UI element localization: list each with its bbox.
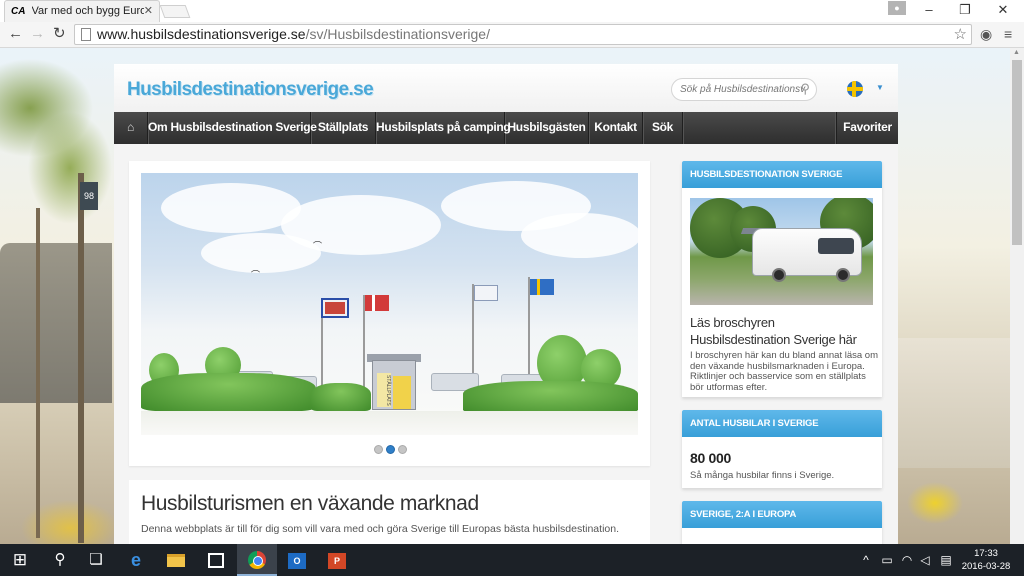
background-signpost [78,173,84,543]
slider-pagination [374,445,414,455]
close-window-button[interactable]: ✕ [986,0,1020,20]
back-icon[interactable]: ← [8,25,23,43]
nav-item-sok[interactable]: Sök [643,112,683,144]
slider-dot[interactable] [374,445,383,454]
europe-widget: SVERIGE, 2:A I EUROPA [682,501,882,544]
home-icon[interactable]: ⌂ [114,112,148,144]
system-clock[interactable]: 17:33 2016-03-28 [960,547,1012,573]
danish-flag [365,295,389,311]
notifications-icon[interactable]: ▤ [936,544,956,576]
chrome-icon[interactable] [237,544,277,576]
brochure-link[interactable]: Läs broschyren Husbilsdestination Sverig… [690,314,875,348]
swedish-flag-icon[interactable] [847,81,863,97]
site-logo[interactable]: Husbilsdestinationsverige.se [127,79,374,101]
url-host: www.husbilsdestinationsverige.se [97,26,306,42]
clock-time: 17:33 [974,548,998,559]
user-profile-icon[interactable]: ● [888,1,906,15]
count-widget: ANTAL HUSBILAR I SVERIGE 80 000 Så många… [682,410,882,488]
minimize-button[interactable]: – [912,0,946,20]
windows-start-icon[interactable]: ⊞ [0,544,40,576]
new-tab-button[interactable] [159,5,191,18]
nav-item-om[interactable]: Om Husbilsdestination Sverige [148,112,317,144]
taskbar: ⊞ ⚲ ❏ e O P ^ ▭ ◠ ◁ ▤ 17:33 2016-03-28 [0,544,1024,576]
search-placeholder: Sök på Husbilsdestinationsv [680,84,806,95]
slider-dot[interactable] [398,445,407,454]
powerpoint-icon[interactable]: P [317,544,357,576]
nav-item-stallplats[interactable]: Ställplats [311,112,376,144]
page-icon [81,28,91,41]
norwegian-flag [321,298,349,318]
page-viewport: 98 Husbilsdestinationsverige.se Sök på H… [0,48,1024,544]
count-description: Så många husbilar finns i Sverige. [690,470,835,481]
widget-heading: SVERIGE, 2:A I EUROPA [682,501,882,528]
brochure-description: I broschyren här kan du bland annat läsa… [690,350,879,393]
tab-strip: CA Var med och bygg Europas ✕ ● – ❐ ✕ [0,0,1024,22]
tray-chevron-icon[interactable]: ^ [858,544,874,576]
volume-icon[interactable]: ◁ [916,544,934,576]
widget-heading: ANTAL HUSBILAR I SVERIGE [682,410,882,437]
article: Husbilsturismen en växande marknad Denna… [129,480,650,544]
bookmark-star-icon[interactable]: ☆ [954,25,967,44]
edge-icon[interactable]: e [116,544,156,576]
swedish-flag [530,279,554,295]
background-caravan [0,243,112,403]
image-slider: ⌒ ⌒ STÄLLPLATS [129,161,650,466]
search-icon[interactable]: ⚲ [800,81,810,97]
menu-icon[interactable]: ≡ [1004,26,1012,42]
reload-icon[interactable]: ↻ [53,25,66,43]
article-title: Husbilsturismen en växande marknad [141,492,479,515]
address-bar[interactable]: www.husbilsdestinationsverige.se/sv/Husb… [74,24,972,45]
motorhome-photo[interactable] [690,198,873,305]
forward-icon[interactable]: → [30,25,45,43]
scroll-thumb[interactable] [1012,60,1022,245]
bird-icon: ⌒ [251,270,261,280]
background-pole [36,208,40,538]
restore-button[interactable]: ❐ [948,0,982,20]
language-dropdown-icon[interactable]: ▼ [876,83,884,92]
nav-item-favoriter[interactable]: Favoriter [836,112,898,144]
brochure-widget: HUSBILSDESTIONATION SVERIGE Läs broschyr… [682,161,882,397]
nav-item-husbilsgasten[interactable]: Husbilsgästen [505,112,589,144]
browser-tab[interactable]: CA Var med och bygg Europas ✕ [4,0,160,22]
bird-icon: ⌒ [313,241,323,251]
wifi-icon[interactable]: ◠ [898,544,916,576]
white-flag [474,285,498,301]
widget-heading: HUSBILSDESTIONATION SVERIGE [682,161,882,188]
outlook-icon[interactable]: O [277,544,317,576]
background-caravan-right [898,338,1024,468]
nav-item-camping[interactable]: Husbilsplats på camping [376,112,511,144]
battery-icon[interactable]: ▭ [878,544,896,576]
site-search-input[interactable]: Sök på Husbilsdestinationsv ⚲ [671,78,817,101]
background-sign: 98 [80,182,98,210]
task-view-icon[interactable]: ❏ [76,544,116,576]
close-tab-icon[interactable]: ✕ [144,4,153,17]
file-explorer-icon[interactable] [156,544,196,576]
tab-title: Var med och bygg Europas [31,5,144,17]
main-navigation: ⌂ Om Husbilsdestination Sverige Ställpla… [114,112,898,144]
clock-date: 2016-03-28 [961,561,1011,572]
slider-dot-active[interactable] [386,445,395,454]
page-scrollbar[interactable]: ▲ [1010,48,1024,544]
extension-icon[interactable]: ◉ [980,26,992,43]
site-header: Husbilsdestinationsverige.se Sök på Husb… [114,64,898,112]
search-icon[interactable]: ⚲ [40,544,80,576]
article-text: Denna webbplats är till för dig som vill… [141,523,619,535]
website: Husbilsdestinationsverige.se Sök på Husb… [114,64,898,544]
slide-illustration[interactable]: ⌒ ⌒ STÄLLPLATS [141,173,638,435]
booth-sign: STÄLLPLATS [377,373,391,407]
url-path: /sv/Husbilsdestinationsverige/ [305,26,490,42]
motorhome-count: 80 000 [690,450,732,466]
browser-toolbar: ← → ↻ www.husbilsdestinationsverige.se/s… [0,22,1024,48]
scroll-up-icon[interactable]: ▲ [1013,49,1020,56]
store-icon[interactable] [196,544,236,576]
nav-item-kontakt[interactable]: Kontakt [589,112,643,144]
favicon-icon: CA [11,6,26,17]
